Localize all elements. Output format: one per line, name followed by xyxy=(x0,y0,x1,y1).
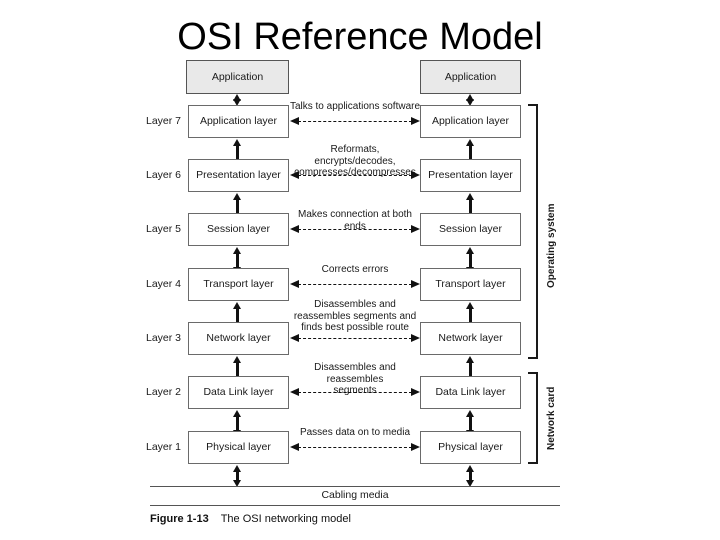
layer-box-right-3-label: Network layer xyxy=(438,332,503,344)
link-arrow-3 xyxy=(290,334,420,343)
application-box-right: Application xyxy=(420,60,521,94)
layer-box-right-7-label: Application layer xyxy=(431,115,510,127)
cabling-media-top-rule xyxy=(150,486,560,487)
vertical-connector-1-cabling-left xyxy=(233,465,242,487)
layer-box-right-4: Transport layer xyxy=(420,268,521,301)
link-arrow-1 xyxy=(290,443,420,452)
figure-text: The OSI networking model xyxy=(220,513,351,525)
layer-box-left-4: Transport layer xyxy=(188,268,289,301)
link-caption-4: Corrects errors xyxy=(321,264,389,275)
layer-box-left-1: Physical layer xyxy=(188,431,289,464)
layer-label-1: Layer 1 xyxy=(146,441,182,453)
layer-label-2: Layer 2 xyxy=(146,386,182,398)
layer-box-right-6: Presentation layer xyxy=(420,159,521,192)
layer-box-left-3: Network layer xyxy=(188,322,289,355)
link-arrow-7 xyxy=(290,117,420,126)
application-box-right-label: Application xyxy=(444,70,497,83)
layer-box-left-7-label: Application layer xyxy=(199,115,278,127)
layer-label-7: Layer 7 xyxy=(146,115,182,127)
bracket-operating-system xyxy=(528,104,538,359)
layer-box-right-1: Physical layer xyxy=(420,431,521,464)
layer-box-left-1-label: Physical layer xyxy=(206,441,271,453)
bracket-label-operating-system: Operating system xyxy=(546,203,557,288)
layer-box-right-3: Network layer xyxy=(420,322,521,355)
vertical-connector-1-cabling-right xyxy=(466,465,475,487)
layer-label-6: Layer 6 xyxy=(146,169,182,181)
link-arrow-4 xyxy=(290,280,420,289)
figure-number: Figure 1-13 xyxy=(150,513,209,525)
figure-caption: Figure 1-13 The OSI networking model xyxy=(150,513,351,526)
layer-box-left-3-label: Network layer xyxy=(206,332,271,344)
layer-box-right-4-label: Transport layer xyxy=(435,278,506,290)
layer-box-right-7: Application layer xyxy=(420,105,521,138)
layer-box-left-6: Presentation layer xyxy=(188,159,289,192)
layer-box-left-2-label: Data Link layer xyxy=(203,386,274,398)
link-arrow-2 xyxy=(290,388,420,397)
layer-box-right-5: Session layer xyxy=(420,213,521,246)
layer-box-left-5: Session layer xyxy=(188,213,289,246)
layer-box-right-2: Data Link layer xyxy=(420,376,521,409)
link-caption-1: Passes data on to media xyxy=(299,427,411,438)
application-box-left-label: Application xyxy=(211,70,264,83)
layer-label-3: Layer 3 xyxy=(146,332,182,344)
layer-box-right-6-label: Presentation layer xyxy=(428,169,513,181)
link-caption-3: Disassembles and reassembles segments an… xyxy=(293,299,417,333)
link-arrow-6 xyxy=(290,171,420,180)
layer-label-4: Layer 4 xyxy=(146,278,182,290)
layer-box-left-5-label: Session layer xyxy=(206,223,271,235)
layer-box-right-5-label: Session layer xyxy=(438,223,503,235)
layer-box-left-4-label: Transport layer xyxy=(203,278,274,290)
layer-box-right-2-label: Data Link layer xyxy=(435,386,506,398)
bracket-label-network-card: Network card xyxy=(546,386,557,450)
osi-diagram: Application Application Layer 7 Applicat… xyxy=(0,0,720,540)
layer-box-left-7: Application layer xyxy=(188,105,289,138)
layer-box-right-1-label: Physical layer xyxy=(438,441,503,453)
link-caption-7: Talks to applications software xyxy=(289,101,421,112)
application-box-left: Application xyxy=(186,60,289,94)
cabling-media-bottom-rule xyxy=(150,505,560,506)
cabling-media-label: Cabling media xyxy=(321,489,389,501)
link-arrow-5 xyxy=(290,225,420,234)
layer-label-5: Layer 5 xyxy=(146,223,182,235)
osi-reference-model-slide: OSI Reference Model Application Applicat… xyxy=(0,0,720,540)
layer-box-left-6-label: Presentation layer xyxy=(196,169,281,181)
layer-box-left-2: Data Link layer xyxy=(188,376,289,409)
bracket-network-card xyxy=(528,372,538,464)
